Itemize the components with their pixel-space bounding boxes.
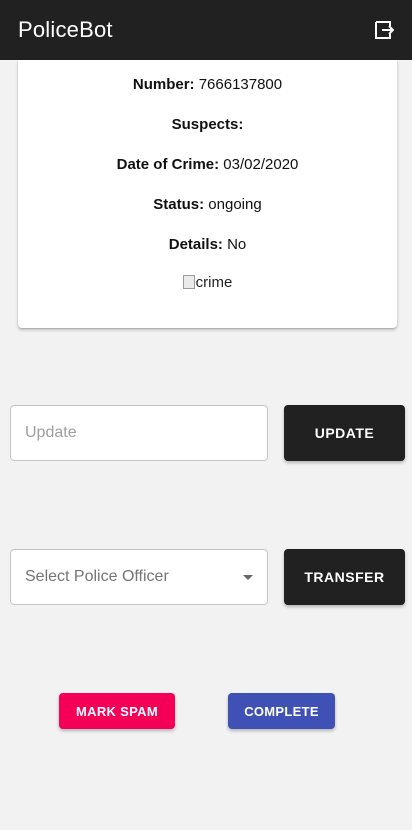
number-row: Number: 7666137800	[18, 75, 397, 95]
suspects-row: Suspects:	[18, 115, 397, 135]
date-value: 03/02/2020	[219, 156, 299, 173]
crime-image: crime	[18, 274, 397, 291]
date-label: Date of Crime:	[116, 156, 220, 173]
mark-spam-button[interactable]: MARK SPAM	[59, 693, 175, 729]
number-label: Number:	[132, 76, 195, 93]
officer-select-placeholder: Select Police Officer	[25, 568, 169, 585]
crime-image-alt: crime	[195, 274, 233, 291]
update-button[interactable]: UPDATE	[284, 405, 405, 461]
status-value: ongoing	[204, 196, 262, 213]
status-label: Status:	[153, 196, 205, 213]
date-row: Date of Crime: 03/02/2020	[18, 155, 397, 175]
details-value: No	[222, 236, 247, 253]
complaint-card: Number: 7666137800 Suspects: Date of Cri…	[18, 60, 397, 328]
chevron-down-icon	[243, 574, 253, 580]
update-input[interactable]	[10, 405, 268, 461]
status-row: Status: ongoing	[18, 195, 397, 215]
details-row: Details: No	[18, 235, 397, 255]
number-value: 7666137800	[194, 76, 283, 93]
app-bar: PoliceBot	[0, 0, 412, 60]
app-title: PoliceBot	[18, 17, 113, 42]
complete-button[interactable]: COMPLETE	[228, 693, 335, 729]
details-label: Details:	[168, 236, 223, 253]
logout-icon[interactable]	[372, 18, 396, 42]
officer-select[interactable]: Select Police Officer	[10, 549, 268, 605]
broken-image-icon	[182, 275, 195, 289]
transfer-button[interactable]: TRANSFER	[284, 549, 405, 605]
suspects-label: Suspects:	[171, 116, 244, 133]
